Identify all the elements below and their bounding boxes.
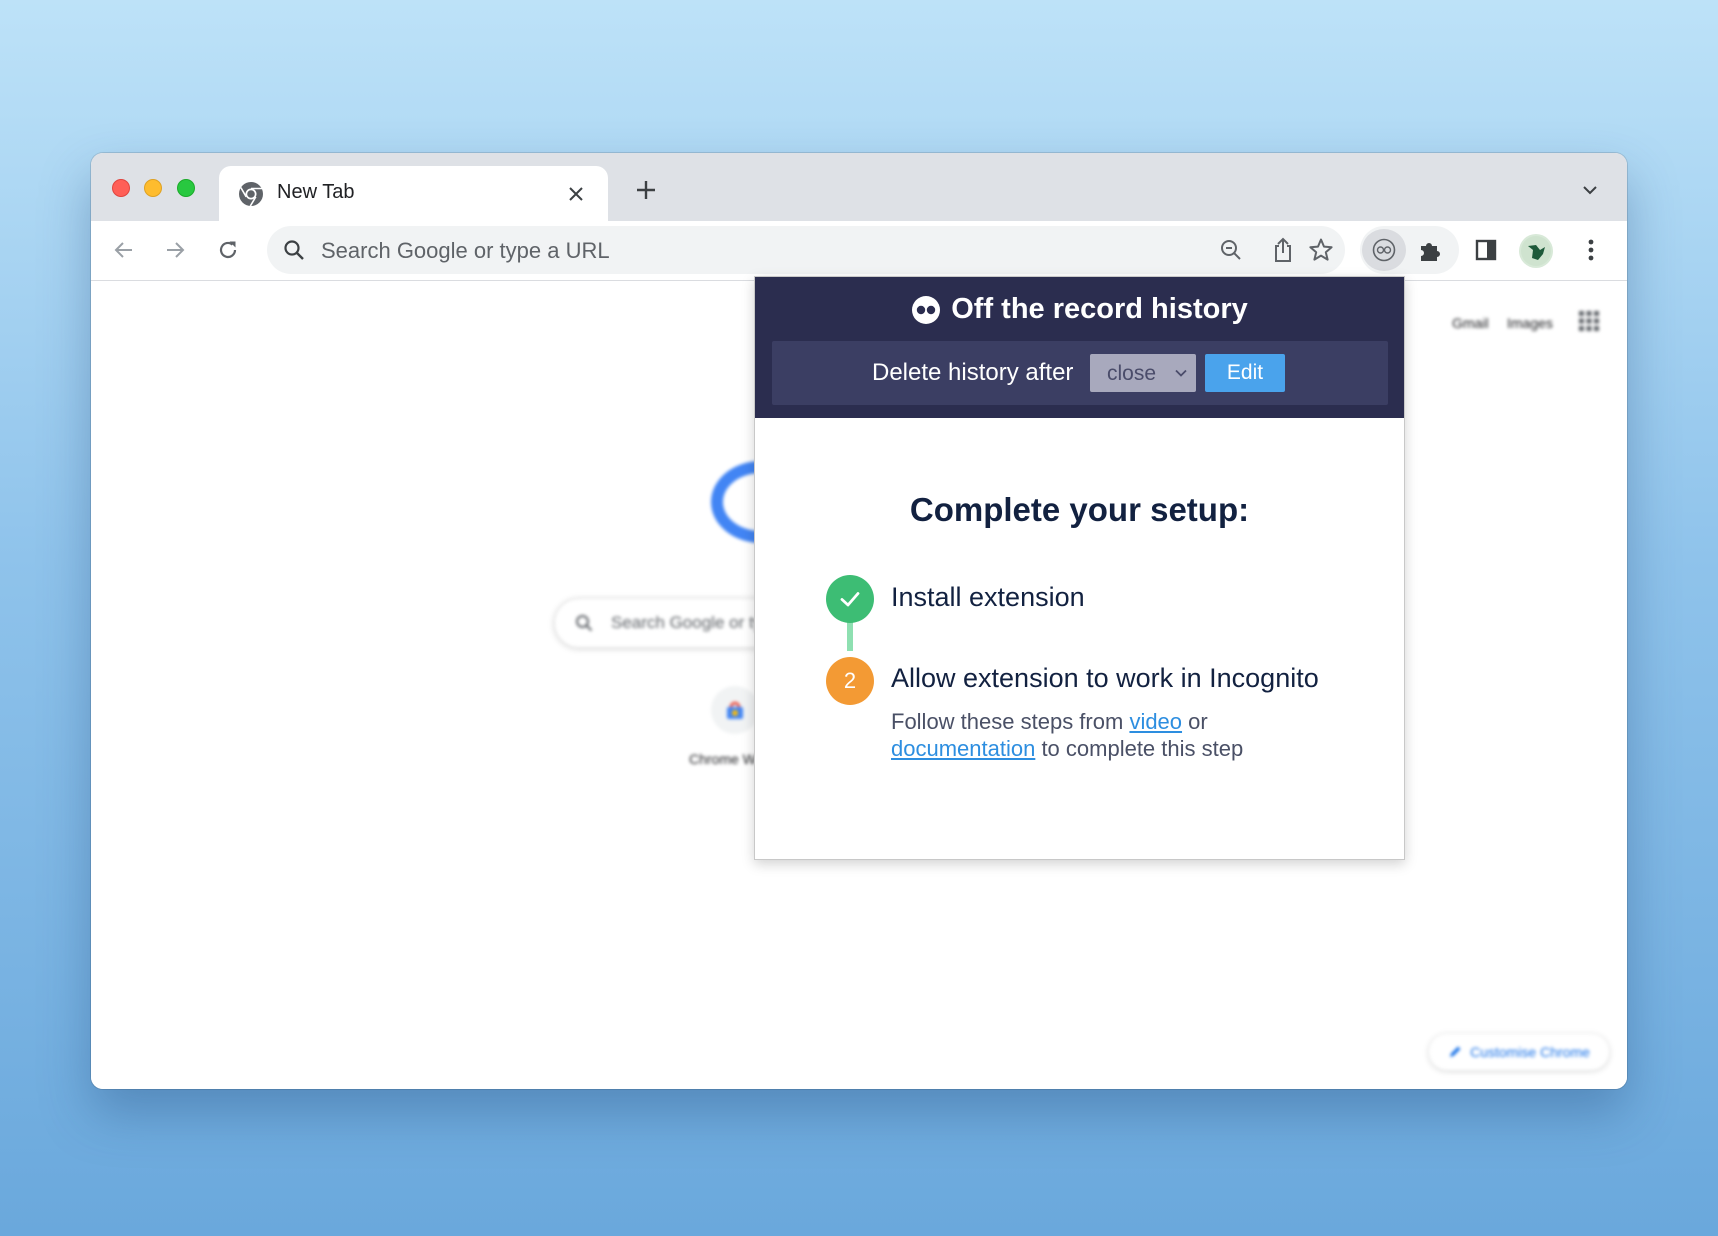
forward-button[interactable] (156, 231, 194, 269)
arrow-left-icon (114, 242, 132, 258)
select-value: close (1107, 362, 1157, 385)
chrome-icon (238, 181, 264, 207)
minimize-window-button[interactable] (144, 179, 162, 197)
tab-title: New Tab (277, 181, 355, 203)
tab-strip: New Tab (91, 153, 1627, 221)
menu-button[interactable] (1576, 235, 1606, 265)
popup-header: Off the record history Delete history af… (755, 277, 1404, 418)
step-2-desc-or: or (1182, 709, 1208, 734)
avatar-icon (1521, 236, 1551, 266)
omnibox-placeholder: Search Google or type a URL (321, 238, 610, 263)
extensions-area (1360, 226, 1459, 274)
omnibox[interactable]: Search Google or type a URL (267, 226, 1345, 274)
extensions-button[interactable] (1416, 236, 1444, 264)
shortcut-tile[interactable] (711, 686, 759, 734)
browser-window: New Tab Search Google or type a URL Gmai… (91, 153, 1627, 1089)
search-icon (283, 239, 305, 261)
images-link[interactable]: Images (1507, 315, 1553, 331)
tab-new-tab[interactable]: New Tab (219, 166, 608, 221)
delete-history-select[interactable]: close (1090, 354, 1196, 392)
step-2-desc-text: Follow these steps from (891, 709, 1130, 734)
side-panel-button[interactable] (1471, 235, 1501, 265)
toolbar: Search Google or type a URL (91, 221, 1627, 281)
puzzle-icon (1421, 243, 1440, 261)
back-button[interactable] (105, 231, 143, 269)
maximize-window-button[interactable] (177, 179, 195, 197)
checkmark-icon (840, 592, 860, 607)
extension-popup: Off the record history Delete history af… (754, 276, 1405, 860)
chevron-down-icon (1583, 186, 1597, 195)
new-tab-button[interactable] (629, 173, 663, 207)
chevron-down-icon (1172, 364, 1190, 382)
tab-search-button[interactable] (1575, 175, 1605, 205)
profile-avatar[interactable] (1519, 234, 1553, 268)
zoom-icon[interactable] (1218, 237, 1244, 263)
close-window-button[interactable] (112, 179, 130, 197)
customize-chrome-button[interactable]: Customise Chrome (1429, 1034, 1609, 1070)
popup-title: Off the record history (755, 293, 1404, 326)
close-icon (569, 187, 583, 201)
mask-icon (1372, 238, 1396, 262)
share-icon[interactable] (1270, 237, 1296, 263)
step-2-badge: 2 (826, 657, 874, 705)
step-2-desc-end: to complete this step (1035, 736, 1244, 761)
reload-icon (219, 241, 237, 259)
step-done-badge (826, 575, 874, 623)
delete-history-setting: Delete history after close Edit (772, 341, 1388, 405)
step-2-description: Follow these steps from video or documen… (891, 708, 1371, 762)
apps-grid-icon[interactable] (1578, 310, 1600, 332)
delete-history-label: Delete history after (872, 359, 1074, 386)
off-the-record-extension-button[interactable] (1362, 229, 1406, 271)
reload-button[interactable] (209, 231, 247, 269)
close-tab-button[interactable] (561, 179, 591, 209)
documentation-link[interactable]: documentation (891, 736, 1035, 761)
web-store-icon (727, 701, 743, 719)
side-panel-icon (1475, 239, 1497, 261)
step-2-title: Allow extension to work in Incognito (891, 663, 1319, 693)
arrow-right-icon (167, 242, 185, 258)
setup-heading: Complete your setup: (909, 491, 1250, 528)
bookmark-star-icon[interactable] (1308, 237, 1334, 263)
customize-label: Customise Chrome (1470, 1044, 1590, 1060)
gmail-link[interactable]: Gmail (1452, 315, 1489, 331)
video-link[interactable]: video (1129, 709, 1182, 734)
search-icon (575, 614, 593, 632)
edit-button[interactable]: Edit (1205, 354, 1285, 392)
pencil-icon (1450, 1046, 1461, 1057)
mask-icon (912, 295, 941, 324)
popup-title-text: Off the record history (951, 293, 1248, 325)
step-1-title: Install extension (891, 582, 1085, 612)
plus-icon (637, 181, 655, 199)
more-vert-icon (1588, 239, 1594, 261)
